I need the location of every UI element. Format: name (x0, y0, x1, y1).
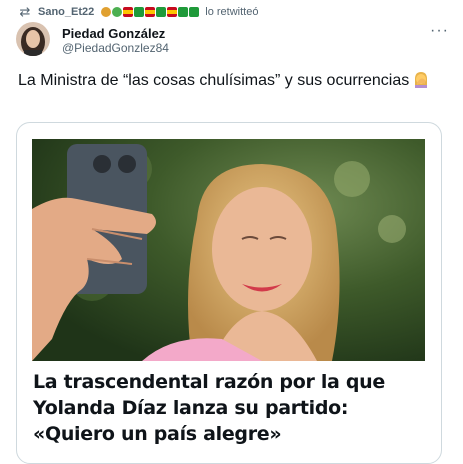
brazil-flag-icon (134, 7, 145, 17)
spain-flag-icon (123, 7, 134, 17)
brazil-flag-icon (178, 7, 189, 17)
author-info[interactable]: Piedad González @PiedadGonzlez84 (62, 26, 169, 56)
retweet-header: ⇄ Sano_Et22 lo retwitteó (18, 4, 259, 20)
author-handle[interactable]: @PiedadGonzlez84 (62, 41, 169, 56)
woman-facepalming-icon (412, 70, 430, 88)
author-avatar[interactable] (16, 22, 50, 56)
spain-flag-icon (167, 7, 178, 17)
brazil-flag-icon (189, 7, 200, 17)
retweeter-emoji-flags (101, 7, 200, 17)
lion-emoji-icon (101, 7, 112, 17)
retweet-icon: ⇄ (19, 4, 31, 19)
tweet-text: La Ministra de “las cosas chulísimas” y … (18, 72, 410, 89)
spain-flag-icon (145, 7, 156, 17)
brazil-flag-icon (156, 7, 167, 17)
card-image (32, 139, 425, 361)
author-name[interactable]: Piedad González (62, 26, 169, 41)
green-heart-icon (112, 7, 123, 17)
tweet-body: La Ministra de “las cosas chulísimas” y … (18, 70, 438, 92)
card-headline[interactable]: La trascendental razón por la que Yoland… (33, 369, 433, 447)
more-options-button[interactable]: ··· (430, 22, 449, 40)
link-preview-card[interactable]: La trascendental razón por la que Yoland… (16, 122, 442, 464)
retweeter-name[interactable]: Sano_Et22 (38, 6, 94, 18)
retweet-action-text: lo retwitteó (205, 6, 259, 18)
